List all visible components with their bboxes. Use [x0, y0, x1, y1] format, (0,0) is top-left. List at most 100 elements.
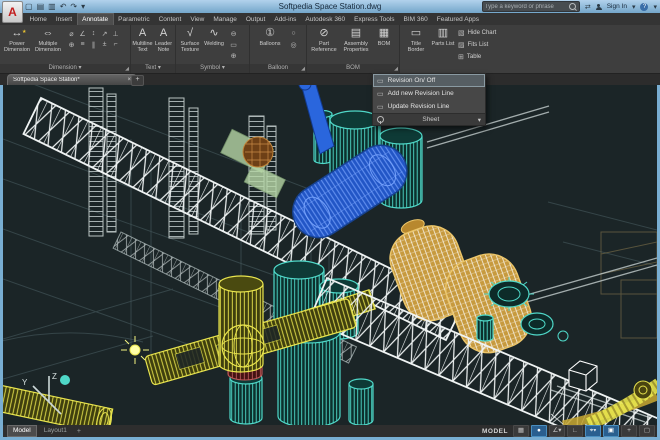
grid-toggle-icon[interactable]: ▦ — [513, 425, 529, 437]
sign-in-dropdown-icon[interactable]: ▾ — [632, 3, 636, 11]
feature-frame-icon[interactable]: ▭ — [228, 39, 239, 50]
selection-cycling-icon[interactable]: ▣ — [603, 425, 619, 437]
bom-icon: ▦ — [378, 27, 390, 39]
tab-content[interactable]: Content — [154, 13, 186, 25]
balloon-single-icon[interactable]: ○ — [288, 28, 299, 39]
add-revision-line-icon: ▭ — [377, 90, 384, 98]
dimension-panel-footer[interactable]: Dimension ▾ — [0, 64, 130, 73]
bom-button[interactable]: ▦ BOM — [373, 27, 395, 47]
balloon-multi-icon[interactable]: ◎ — [288, 39, 299, 50]
title-border-button[interactable]: ▭ Title Border — [402, 27, 430, 53]
panel-bom: ⊘ Part Reference ▤ Assembly Properties ▦… — [307, 25, 400, 73]
datum-target-icon[interactable]: ⊕ — [228, 50, 239, 61]
ucs-z-label: Z — [52, 372, 57, 381]
pushpin-icon[interactable] — [377, 116, 384, 124]
tab-express-tools[interactable]: Express Tools — [350, 13, 399, 25]
title-bar: ▢ ▤ ▥ ↶ ↷ ▾ Softpedia Space Station.dwg … — [0, 0, 660, 13]
ucs-y-label: Y — [22, 378, 28, 387]
angle-dimension-icon[interactable]: ∠ — [77, 28, 88, 39]
ordinate-dimension-icon[interactable]: ⊕ — [66, 39, 77, 50]
table-item[interactable]: ⊞ Table — [458, 51, 496, 63]
search-input[interactable] — [482, 3, 569, 10]
add-layout-button[interactable]: + — [74, 428, 84, 435]
sheet-footer-dropdown-icon: ▾ — [477, 116, 481, 124]
hide-chart-item[interactable]: ▧ Hide Chart — [458, 27, 496, 39]
annotation-scale-icon[interactable]: + — [621, 425, 637, 437]
tab-insert[interactable]: Insert — [51, 13, 76, 25]
balloon-panel-footer[interactable]: Balloon — [250, 64, 306, 73]
tab-bim360[interactable]: BIM 360 — [399, 13, 432, 25]
multiline-text-icon: A — [138, 27, 147, 39]
fits-list-item[interactable]: ▨ Fits List — [458, 39, 496, 51]
text-panel-footer[interactable]: Text ▾ — [131, 64, 175, 73]
tab-featured-apps[interactable]: Featured Apps — [432, 13, 483, 25]
polar-tracking-icon[interactable]: ∠▾ — [549, 425, 565, 437]
multiline-text-button[interactable]: A Multiline Text — [132, 27, 153, 53]
exchange-icon[interactable]: ⇄ — [585, 3, 591, 11]
model-space-label[interactable]: MODEL — [482, 428, 508, 435]
autocad-app-button[interactable]: A — [2, 1, 23, 23]
hide-chart-icon: ▧ — [458, 30, 465, 37]
dimension-dropdown-icon: ▾ — [78, 65, 82, 71]
power-dimension-button[interactable]: ↔ ★ Power Dimension — [2, 27, 32, 53]
parts-list-button[interactable]: ▥ Parts List — [431, 27, 455, 47]
leader-note-icon: A — [159, 27, 168, 39]
panel-balloon: ① Balloons ○ ◎ Balloon ◢ — [250, 25, 307, 73]
assembly-properties-button[interactable]: ▤ Assembly Properties — [340, 27, 372, 53]
tab-annotate[interactable]: Annotate — [76, 13, 114, 25]
status-bar: Model Layout1 + MODEL ▦ ● ∠▾ ∟ ⌖▾ ▣ + ▢ — [3, 425, 657, 437]
update-revision-line-item[interactable]: ▭ Update Revision Line — [373, 100, 485, 113]
tab-autodesk360[interactable]: Autodesk 360 — [301, 13, 350, 25]
sheet-tool-list: ▧ Hide Chart ▨ Fits List ⊞ Table — [458, 27, 496, 63]
layout1-tab[interactable]: Layout1 — [39, 426, 72, 436]
perpendicular-dimension-icon[interactable]: ⊥ — [110, 28, 121, 39]
add-new-revision-line-item[interactable]: ▭ Add new Revision Line — [373, 87, 485, 100]
model-tab[interactable]: Model — [7, 425, 37, 437]
welding-button[interactable]: ∿ Welding — [203, 27, 225, 47]
symbol-tool-column: ⊖ ▭ ⊕ — [228, 28, 240, 61]
osnap-toggle-icon[interactable]: ⌖▾ — [585, 425, 601, 437]
welding-icon: ∿ — [209, 27, 219, 39]
diameter-dimension-icon[interactable]: ⌀ — [66, 28, 77, 39]
drawing-viewport[interactable]: Z Y — [3, 84, 657, 425]
bom-panel-footer[interactable]: BOM — [307, 64, 399, 73]
help-search-box[interactable] — [481, 1, 580, 12]
search-icon[interactable] — [568, 3, 576, 10]
balloon-launcher-icon[interactable]: ◢ — [301, 67, 305, 72]
tab-manage[interactable]: Manage — [209, 13, 242, 25]
chamfer-dimension-icon[interactable]: ⌐ — [110, 39, 121, 50]
baseline-dimension-icon[interactable]: ≡ — [77, 39, 88, 50]
tab-output[interactable]: Output — [241, 13, 270, 25]
revision-on-off-icon: ▭ — [377, 77, 384, 85]
titlebar-right-cluster: ⇄ Sign In ▾ ? ▾ — [481, 1, 657, 12]
symbol-panel-footer[interactable]: Symbol ▾ — [176, 64, 249, 73]
user-icon — [595, 3, 602, 10]
bom-launcher-icon[interactable]: ◢ — [394, 67, 398, 72]
tab-addins[interactable]: Add-ins — [270, 13, 301, 25]
part-reference-button[interactable]: ⊘ Part Reference — [309, 27, 339, 53]
parallel-dimension-icon[interactable]: ∥ — [88, 39, 99, 50]
tolerance-dimension-icon[interactable]: ± — [99, 39, 110, 50]
revision-on-off-item[interactable]: ▭ Revision On/ Off — [373, 74, 485, 87]
dimension-launcher-icon[interactable]: ◢ — [125, 67, 129, 72]
file-tab-active[interactable]: Softpedia Space Station* × — [7, 74, 137, 85]
tab-home[interactable]: Home — [25, 13, 51, 25]
datum-identifier-icon[interactable]: ⊖ — [228, 28, 239, 39]
leader-note-button[interactable]: A Leader Note — [153, 27, 174, 53]
help-dropdown-icon[interactable]: ▾ — [653, 3, 657, 11]
fits-list-icon: ▨ — [458, 42, 465, 49]
surface-texture-button[interactable]: √ Surface Texture — [178, 27, 202, 53]
tab-view[interactable]: View — [186, 13, 209, 25]
snap-toggle-icon[interactable]: ● — [531, 425, 547, 437]
vertical-dimension-icon[interactable]: ↕ — [88, 28, 99, 39]
ortho-toggle-icon[interactable]: ∟ — [567, 425, 583, 437]
help-icon[interactable]: ? — [640, 2, 649, 11]
aligned-dimension-icon[interactable]: ↗ — [99, 28, 110, 39]
sheet-flyout-footer[interactable]: Sheet ▾ — [373, 113, 485, 125]
isolate-objects-icon[interactable]: ▢ — [639, 425, 655, 437]
new-drawing-tab-button[interactable]: + — [131, 75, 144, 86]
tab-parametric[interactable]: Parametric — [114, 13, 154, 25]
sign-in-button[interactable]: Sign In — [607, 3, 627, 10]
multiple-dimension-button[interactable]: ⇔ Multiple Dimension — [33, 27, 63, 53]
balloons-button[interactable]: ① Balloons — [255, 27, 285, 47]
